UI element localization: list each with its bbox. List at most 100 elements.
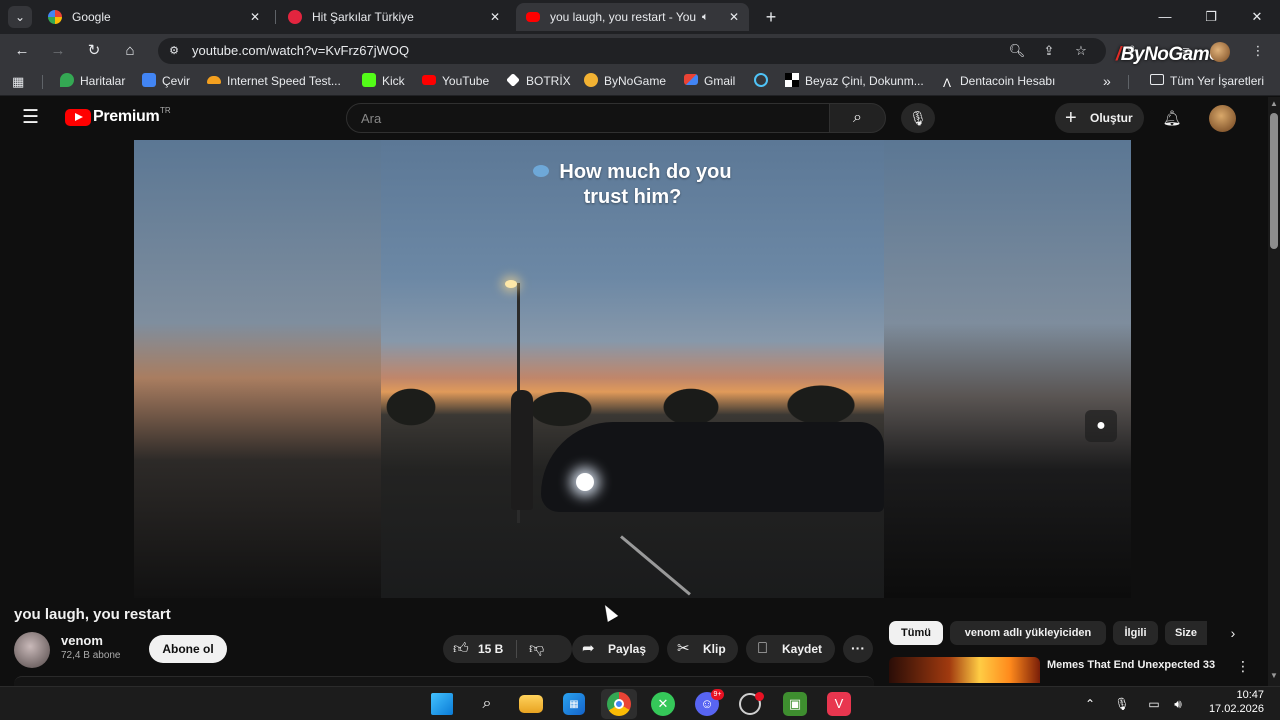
forward-arrow-icon[interactable]: → [46,39,70,63]
tray-overflow-chevron-icon[interactable]: ⌃ [1080,694,1100,714]
scroll-down-arrow-icon[interactable]: ▼ [1268,671,1280,681]
page-scrollbar[interactable]: ▲ ▼ [1268,97,1280,686]
bookmark-gmail[interactable]: Gmail [684,68,735,96]
xbox-icon[interactable]: ✕ [651,692,675,716]
maps-icon [60,73,74,87]
recommendation-thumbnail[interactable] [889,657,1040,683]
video-lamp-light [505,280,517,288]
file-explorer-icon[interactable] [519,695,543,713]
video-road-line [620,535,691,596]
search-button[interactable]: ⌕ [829,103,886,133]
chip-from-uploader[interactable]: venom adlı yükleyiciden [950,621,1106,645]
more-actions-icon[interactable]: ··· [843,635,873,663]
microsoft-store-icon[interactable]: ▦ [563,693,585,715]
chip-all[interactable]: Tümü [889,621,943,645]
clip-button[interactable]: ✂ Klip [667,635,738,663]
clock-date[interactable]: 17.02.2026 [1196,703,1264,715]
video-frame[interactable]: How much do you trust him? [381,140,884,598]
chip-related[interactable]: İlgili [1113,621,1158,645]
microphone-icon[interactable]: 🎙︎ [1112,694,1132,714]
bookmark-speed-test[interactable]: Internet Speed Test... [207,68,341,96]
tab-youtube-video[interactable]: you laugh, you restart - You 🔈︎ ✕ [516,3,749,31]
new-tab-plus-icon[interactable]: + [760,6,782,28]
mouse-cursor-icon [599,602,619,622]
youtube-premium-wordmark[interactable]: Premium [93,108,160,126]
chips-next-chevron-icon[interactable]: › [1222,622,1244,644]
scroll-up-arrow-icon[interactable]: ▲ [1268,99,1280,109]
video-player[interactable]: How much do you trust him? [134,140,1131,598]
chrome-icon[interactable] [607,692,631,716]
bookmark-dentacoin[interactable]: Λ Dentacoin Hesabı [940,68,1055,96]
close-tab-icon[interactable]: ✕ [727,3,741,31]
chrome-menu-icon[interactable]: ⋮ [1248,41,1268,61]
bookmark-youtube[interactable]: YouTube [422,68,489,96]
recommendation-menu-icon[interactable]: ⋮ [1236,658,1250,675]
create-button[interactable]: + Oluştur [1055,103,1144,133]
notifications-bell-icon[interactable]: 🔔︎ [1160,107,1184,131]
tab-title: Hit Şarkılar Türkiye [312,10,414,24]
player-blur-right [884,140,1131,598]
restore-icon[interactable]: ❐ [1188,0,1234,34]
tab-google[interactable]: Google ✕ [38,3,270,31]
subscribe-button[interactable]: Abone ol [149,635,227,663]
bookmark-eye[interactable] [754,68,774,96]
tab-title: you laugh, you restart - You [550,10,697,24]
account-avatar[interactable] [1209,105,1236,132]
steam-icon[interactable] [739,692,764,715]
bookmark-botrix[interactable]: BOTRİX [506,68,571,96]
site-info-icon[interactable]: ⚙ [166,43,182,59]
close-tab-icon[interactable]: ✕ [488,3,502,31]
voice-search-mic-icon[interactable]: 🎙︎ [901,103,935,133]
back-arrow-icon[interactable]: ← [10,39,34,63]
share-arrow-icon: ➦ [582,640,595,657]
apps-grid-icon[interactable]: ▦ [12,74,28,90]
share-button[interactable]: ➦ Paylaş [572,635,659,663]
close-window-icon[interactable]: ✕ [1234,0,1280,34]
hamburger-menu-icon[interactable]: ☰ [22,107,44,129]
recommendation-title[interactable]: Memes That End Unexpected 33 [1047,658,1217,684]
dislike-thumb-down-icon[interactable]: 👎︎ [529,635,544,663]
youtube-logo-icon[interactable] [65,109,91,126]
reload-icon[interactable]: ↻ [82,39,106,63]
bookmark-cevir[interactable]: Çevir [142,68,190,96]
youtube-icon [526,12,540,22]
network-icon[interactable]: ▭ [1144,694,1164,714]
valorant-icon[interactable]: V [827,692,851,716]
search-input[interactable] [361,104,811,132]
player-overlay-button[interactable]: ● [1085,410,1117,442]
install-app-icon[interactable]: ⇪ [1040,42,1058,60]
like-count[interactable]: 15 B [478,635,503,663]
close-tab-icon[interactable]: ✕ [248,3,262,31]
bookmark-kick[interactable]: Kick [362,68,405,96]
profile-avatar[interactable] [1210,42,1230,62]
tab-hit-sarkilar[interactable]: Hit Şarkılar Türkiye ✕ [278,3,510,31]
save-button[interactable]: ⎕ Kaydet [746,635,835,663]
all-bookmarks-folder[interactable]: Tüm Yer İşaretleri [1150,68,1264,96]
bynogame-extension-logo[interactable]: /ByNoGame [1116,44,1220,66]
bookmark-haritalar[interactable]: Haritalar [60,68,125,96]
speaker-icon[interactable]: 🔈︎ [702,3,709,31]
chip-for-you[interactable]: Size [1165,621,1207,645]
bookmarks-overflow[interactable]: » [1103,68,1111,96]
discord-icon[interactable]: ☺ 9+ [695,689,724,716]
video-person [511,390,533,510]
zoom-icon[interactable]: 🔍︎ [1008,42,1026,60]
minimize-icon[interactable]: — [1142,0,1188,34]
like-thumb-up-icon[interactable]: 👍︎ [453,635,469,663]
channel-name[interactable]: venom [61,633,103,648]
tab-search-chevron-icon[interactable]: ⌄ [8,6,32,28]
url-text[interactable]: youtube.com/watch?v=KvFrz67jWOQ [192,38,409,64]
subscriber-count: 72,4 B abone [61,650,121,661]
clock-time[interactable]: 10:47 [1200,689,1264,701]
bookmark-star-icon[interactable]: ☆ [1072,42,1090,60]
bookmark-beyaz-cini[interactable]: Beyaz Çini, Dokunm... [785,68,924,96]
scroll-thumb[interactable] [1270,113,1278,249]
nvidia-icon[interactable]: ▣ [783,692,807,716]
address-bar[interactable]: ⚙ youtube.com/watch?v=KvFrz67jWOQ 🔍︎ ⇪ ☆ [158,38,1106,64]
channel-avatar[interactable] [14,632,50,668]
bookmark-bynogame[interactable]: ByNoGame [584,68,666,96]
home-icon[interactable]: ⌂ [118,39,142,63]
search-icon[interactable]: ⌕ [475,692,499,716]
windows-start-icon[interactable] [431,693,453,715]
volume-icon[interactable]: 🔊︎ [1168,694,1188,714]
